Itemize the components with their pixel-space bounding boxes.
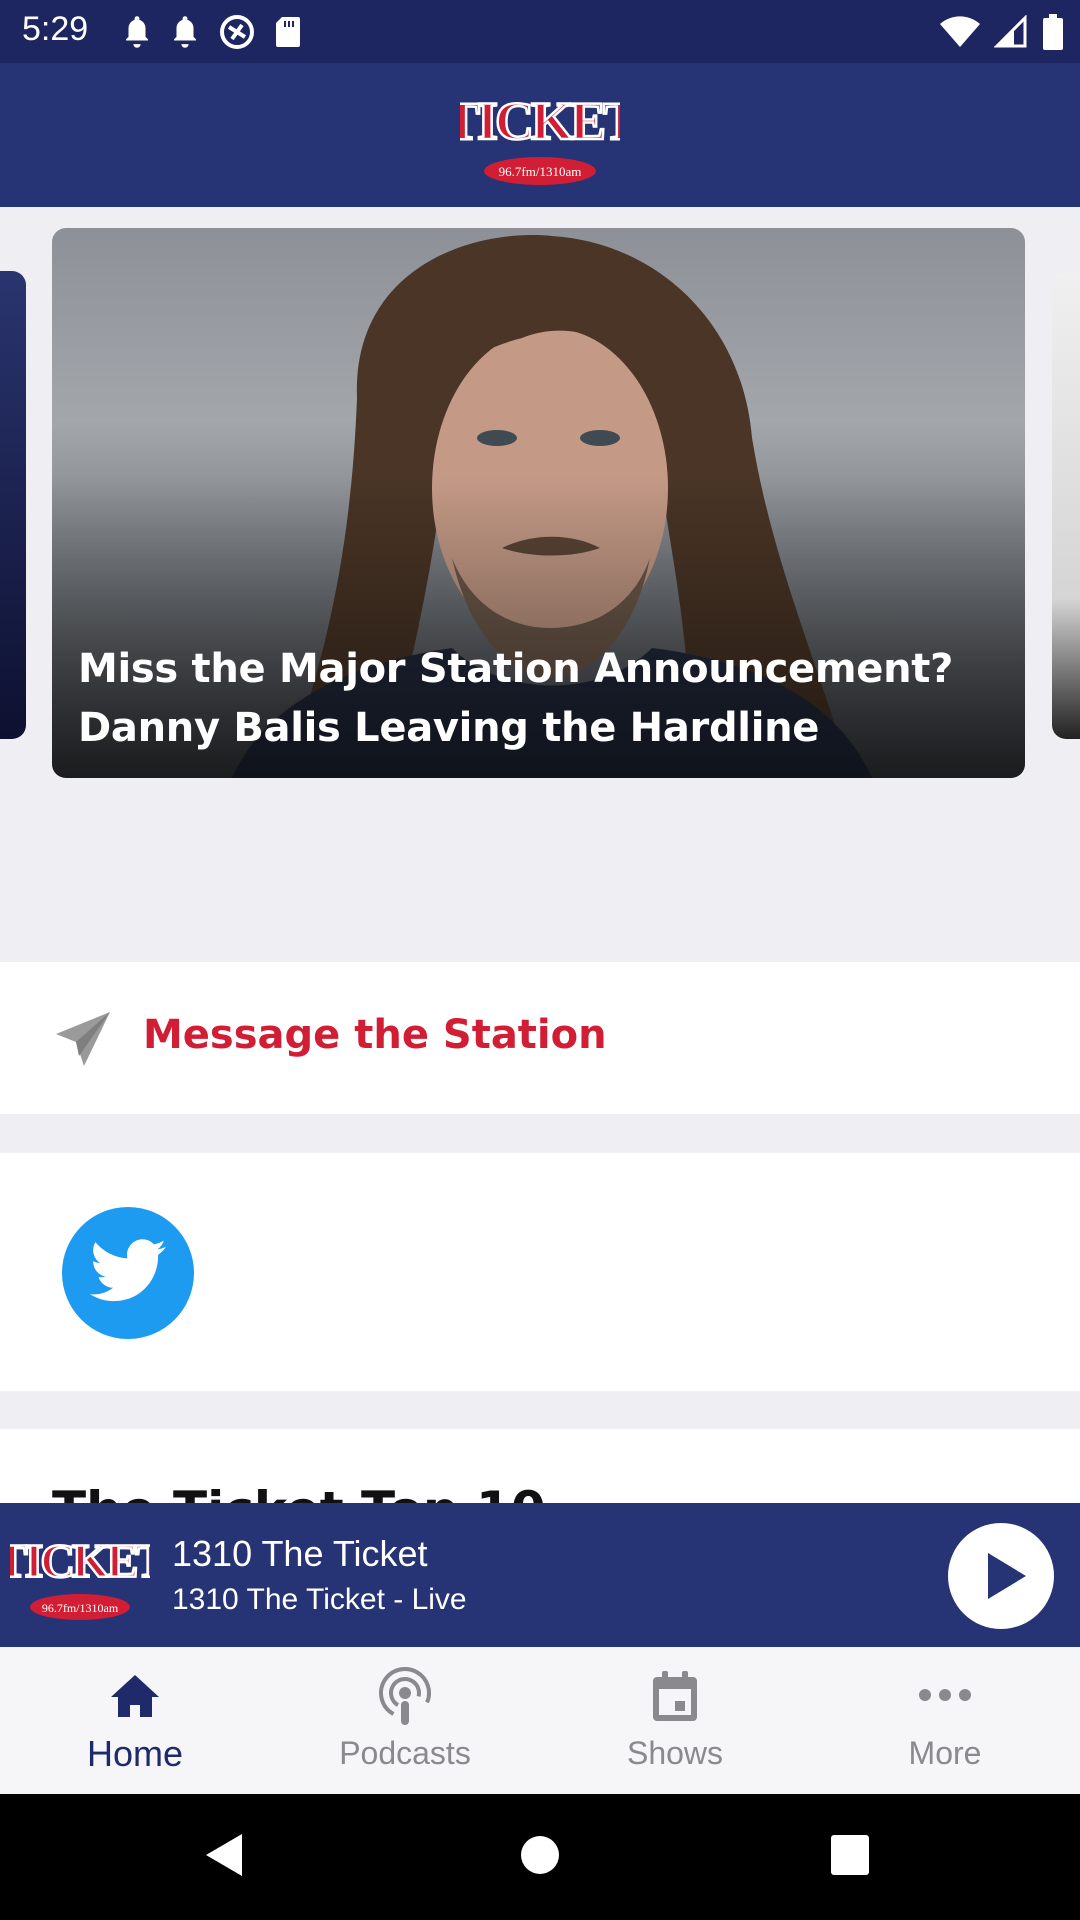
notification-bell-icon xyxy=(126,16,148,48)
nav-tab-shows[interactable]: Shows xyxy=(540,1647,810,1794)
social-links-row xyxy=(0,1153,1080,1391)
home-circle-icon[interactable] xyxy=(520,1832,560,1878)
sd-card-icon xyxy=(276,17,300,47)
player-station-logo: TICKET 96.7fm/1310am xyxy=(10,1534,150,1620)
carousel-next-card[interactable] xyxy=(1052,271,1080,739)
nav-label-shows: Shows xyxy=(626,1735,724,1771)
nav-tab-more[interactable]: More xyxy=(810,1647,1080,1794)
player-station-name: 1310 The Ticket xyxy=(172,1533,428,1574)
player-stream-name: 1310 The Ticket - Live xyxy=(172,1583,467,1616)
play-button[interactable] xyxy=(948,1523,1054,1629)
top10-section: The Ticket Top 10 xyxy=(0,1429,1080,1503)
featured-story-card[interactable]: Miss the Major Station Announcement? Dan… xyxy=(52,228,1025,778)
status-notification-icons xyxy=(122,12,302,52)
message-station-label[interactable]: Message the Station xyxy=(143,1012,607,1058)
top10-title: The Ticket Top 10 xyxy=(52,1481,546,1503)
system-navigation-bar xyxy=(0,1794,1080,1920)
twitter-button[interactable] xyxy=(62,1207,194,1339)
cellular-signal-icon xyxy=(994,15,1027,48)
featured-carousel[interactable]: Miss the Major Station Announcement? Dan… xyxy=(0,207,1080,962)
home-icon xyxy=(111,1675,159,1717)
wifi-icon xyxy=(940,16,980,47)
calendar-icon xyxy=(653,1671,697,1721)
mini-player[interactable]: TICKET 96.7fm/1310am 1310 The Ticket 131… xyxy=(0,1503,1080,1647)
paper-plane-icon xyxy=(56,1012,110,1066)
nav-tab-home[interactable]: Home xyxy=(0,1647,270,1794)
notification-bell-icon xyxy=(174,16,196,48)
play-icon xyxy=(988,1553,1026,1599)
back-icon[interactable] xyxy=(204,1832,244,1878)
svg-text:TICKET: TICKET xyxy=(460,91,620,151)
svg-text:96.7fm/1310am: 96.7fm/1310am xyxy=(42,1601,119,1615)
featured-story-title[interactable]: Miss the Major Station Announcement? Dan… xyxy=(78,640,998,758)
svg-text:TICKET: TICKET xyxy=(10,1535,150,1588)
sync-circle-icon xyxy=(220,15,254,49)
nav-label-podcasts: Podcasts xyxy=(339,1735,471,1771)
status-system-icons xyxy=(940,12,1064,52)
battery-icon xyxy=(1043,14,1063,50)
status-bar: 5:29 xyxy=(0,0,1080,63)
nav-label-more: More xyxy=(908,1735,982,1771)
nav-label-home: Home xyxy=(86,1733,184,1774)
station-logo: TICKET 96.7fm/1310am xyxy=(460,90,620,185)
bottom-navigation: Home Podcasts Shows More xyxy=(0,1647,1080,1794)
message-station-row[interactable]: Message the Station xyxy=(0,962,1080,1114)
podcast-icon xyxy=(378,1667,431,1725)
svg-text:96.7fm/1310am: 96.7fm/1310am xyxy=(499,164,582,179)
app-header: TICKET 96.7fm/1310am xyxy=(0,63,1080,207)
twitter-bird-icon xyxy=(90,1239,166,1302)
carousel-prev-card[interactable] xyxy=(0,271,26,739)
nav-tab-podcasts[interactable]: Podcasts xyxy=(270,1647,540,1794)
more-dots-icon xyxy=(919,1689,971,1701)
recent-apps-icon[interactable] xyxy=(830,1834,870,1876)
status-time: 5:29 xyxy=(22,10,89,48)
